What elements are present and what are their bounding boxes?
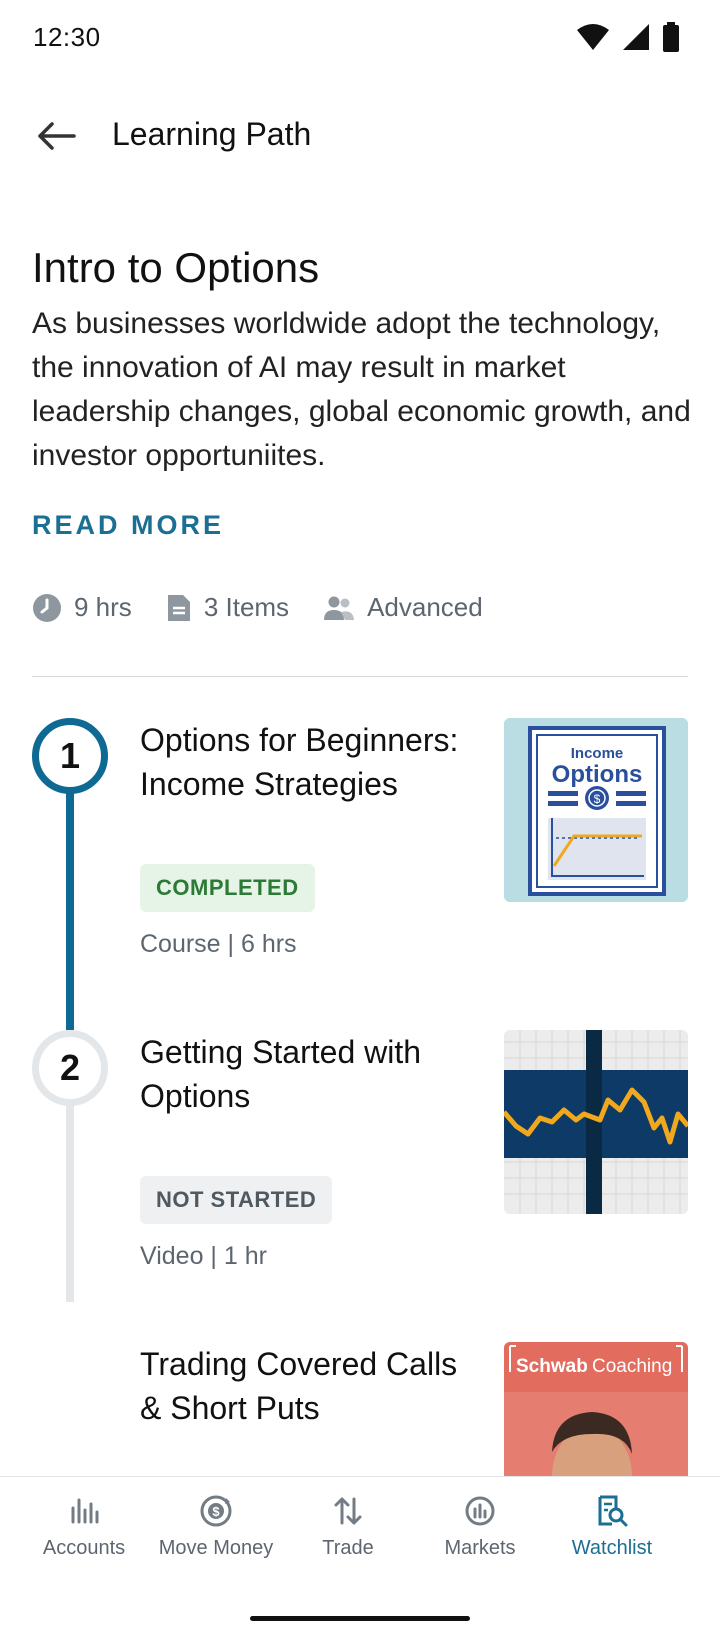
status-badge-completed: COMPLETED [140, 864, 315, 912]
meta-row: 9 hrs 3 Items Advanced [32, 592, 517, 623]
meta-items: 3 Items [166, 592, 289, 623]
status-badge-not-started: NOT STARTED [140, 1176, 333, 1224]
item-2-info: Video | 1 hr [140, 1242, 267, 1270]
people-icon [324, 596, 355, 620]
nav-watchlist-label: Watchlist [571, 1537, 653, 1559]
meta-items-label: 3 Items [203, 592, 290, 622]
battery-icon [663, 22, 679, 52]
status-icons [576, 22, 680, 52]
nav-accounts-label: Accounts [42, 1537, 126, 1559]
trade-arrows-icon [334, 1497, 362, 1525]
arrow-left-icon [38, 122, 76, 150]
document-icon [167, 594, 190, 621]
market-chart-illustration [504, 1030, 688, 1214]
divider [32, 676, 688, 677]
bar-chart-icon [71, 1498, 99, 1524]
nav-move-money-label: Move Money [158, 1537, 274, 1559]
status-time: 12:30 [33, 22, 101, 52]
back-button[interactable] [30, 110, 82, 162]
item-1-thumbnail[interactable]: Income Options $ [504, 718, 688, 902]
meta-level: Advanced [323, 592, 483, 623]
nav-markets-label: Markets [444, 1537, 516, 1559]
meta-duration: 9 hrs [32, 592, 132, 623]
nav-trade-label: Trade [322, 1537, 374, 1559]
status-bar: 12:30 [0, 0, 720, 80]
app-bar: Learning Path [0, 96, 720, 176]
intro-description: As businesses worldwide adopt the techno… [32, 307, 691, 472]
item-3-thumbnail[interactable]: Schwab Coaching [504, 1342, 688, 1476]
nav-move-money[interactable]: $ Move Money [144, 1491, 288, 1581]
timeline-progress-line [66, 760, 74, 1030]
timeline-pending-line [66, 1100, 74, 1302]
wifi-icon [577, 24, 609, 50]
nav-accounts[interactable]: Accounts [12, 1491, 156, 1581]
item-3-title[interactable]: Trading Covered Calls & Short Puts [140, 1342, 470, 1430]
nav-watchlist[interactable]: Watchlist [540, 1491, 684, 1581]
intro-title: Intro to Options [32, 244, 320, 291]
schwab-coaching-illustration: Schwab Coaching [504, 1342, 688, 1476]
clock-icon [33, 593, 61, 622]
thumb-options-text: Options [552, 761, 643, 788]
thumb-schwab-text: Schwab [516, 1356, 588, 1377]
item-1-info: Course | 6 hrs [140, 930, 297, 958]
item-2-thumbnail[interactable] [504, 1030, 688, 1214]
thumb-coaching-text: Coaching [592, 1356, 672, 1377]
intro-section: Intro to Options As businesses worldwide… [32, 242, 692, 478]
item-1-title[interactable]: Options for Beginners: Income Strategies [140, 718, 470, 806]
svg-text:$: $ [212, 1504, 220, 1519]
markets-icon [465, 1496, 495, 1526]
bottom-nav: Accounts $ Move Money Trade Markets Watc… [0, 1476, 720, 1636]
meta-duration-label: 9 hrs [74, 592, 132, 622]
nav-markets[interactable]: Markets [408, 1491, 552, 1581]
home-indicator[interactable] [250, 1616, 470, 1621]
meta-level-label: Advanced [367, 592, 483, 622]
step-number-2: 2 [32, 1030, 108, 1106]
income-options-illustration: Income Options $ [504, 718, 688, 902]
signal-icon [623, 24, 649, 50]
item-2-title[interactable]: Getting Started with Options [140, 1030, 470, 1118]
page-title: Learning Path [112, 116, 312, 152]
watchlist-icon [598, 1495, 628, 1527]
nav-trade[interactable]: Trade [276, 1491, 420, 1581]
step-number-1: 1 [32, 718, 108, 794]
read-more-link[interactable]: READ MORE [32, 510, 224, 541]
money-transfer-icon: $ [200, 1495, 232, 1527]
thumb-income-text: Income [571, 745, 624, 762]
svg-text:$: $ [594, 792, 601, 806]
